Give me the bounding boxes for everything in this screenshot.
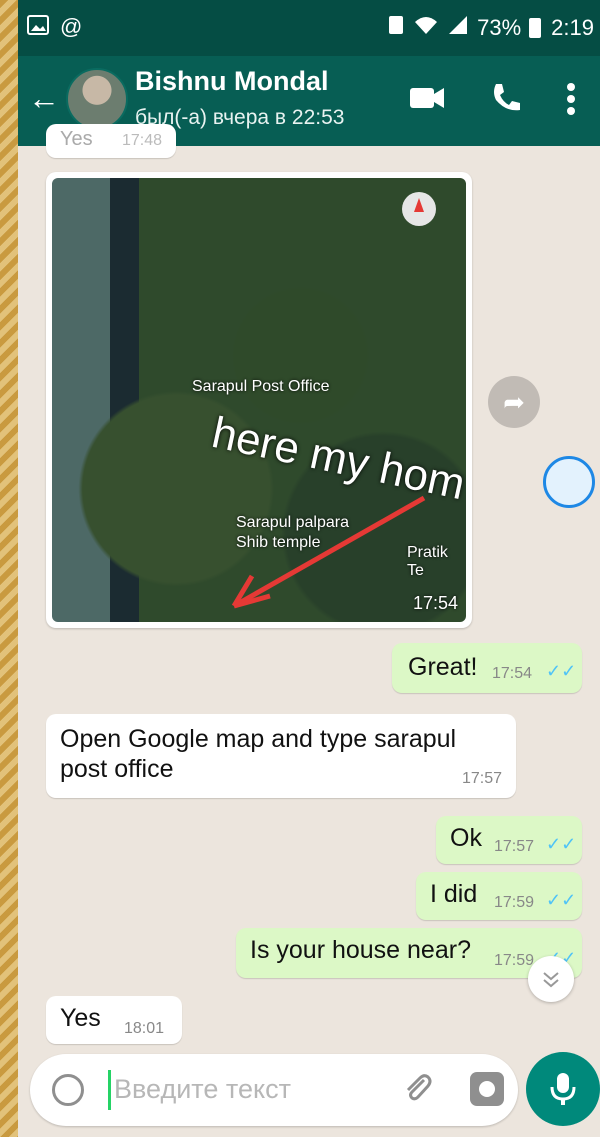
- photo-border: [0, 0, 18, 1137]
- map-label: Sarapul Post Office: [192, 378, 330, 395]
- back-arrow-icon[interactable]: ←: [28, 80, 60, 117]
- sim-icon: [387, 14, 405, 42]
- message-in[interactable]: Yes 18:01: [46, 996, 182, 1044]
- message-input[interactable]: Введите текст: [30, 1054, 518, 1126]
- read-ticks-icon: ✓✓: [546, 661, 577, 681]
- message-text: Ok: [450, 824, 482, 852]
- message-time: 17:48: [122, 132, 163, 149]
- wifi-icon: [413, 14, 439, 42]
- phone-icon[interactable]: [490, 82, 522, 119]
- attach-icon[interactable]: [402, 1072, 432, 1109]
- message-out[interactable]: Ok 17:57 ✓✓: [436, 816, 582, 864]
- clock: 2:19: [551, 15, 594, 40]
- gallery-icon: [26, 14, 50, 42]
- message-time: 18:01: [124, 1020, 165, 1037]
- message-time: 17:57: [462, 770, 503, 787]
- message-text: Yes: [60, 128, 93, 150]
- composer-bar: Введите текст: [18, 1046, 600, 1137]
- video-call-icon[interactable]: [410, 82, 446, 117]
- message-text: Great!: [408, 653, 478, 681]
- red-arrow-icon: [231, 495, 426, 609]
- signal-icon: [447, 14, 469, 42]
- battery-percent: 73%: [477, 15, 522, 40]
- text-caret: [108, 1070, 111, 1110]
- emoji-icon[interactable]: [52, 1074, 84, 1106]
- message-text: Is your house near?: [250, 936, 471, 964]
- message-text: I did: [430, 880, 478, 908]
- mic-icon[interactable]: [526, 1052, 600, 1126]
- message-out[interactable]: Great! 17:54 ✓✓: [392, 643, 582, 693]
- message-time: 17:57: [494, 838, 535, 855]
- message-text: Yes: [60, 1004, 101, 1032]
- at-icon: @: [60, 14, 83, 39]
- phone-screen: @ 73% 2:19 ← Bishnu Mondal был(-а) вчера…: [18, 0, 600, 1137]
- message-time: 17:54: [412, 593, 458, 613]
- battery-icon: [529, 18, 542, 38]
- scroll-down-icon[interactable]: [528, 956, 574, 1002]
- message-in[interactable]: Yes 17:48: [46, 124, 176, 158]
- map-screenshot[interactable]: Sarapul Post Office Sarapul palpara Shib…: [52, 178, 466, 622]
- status-bar: @ 73% 2:19: [18, 0, 600, 56]
- read-ticks-icon: ✓✓: [546, 834, 577, 854]
- compass-icon: [402, 192, 436, 226]
- input-placeholder[interactable]: Введите текст: [114, 1074, 291, 1105]
- more-vert-icon[interactable]: [566, 82, 576, 121]
- contact-name[interactable]: Bishnu Mondal: [135, 66, 328, 97]
- chat-area[interactable]: Yes 17:48 Sarapul Post Office Sarapul pa…: [18, 124, 600, 1046]
- image-message[interactable]: Sarapul Post Office Sarapul palpara Shib…: [46, 172, 472, 628]
- message-out[interactable]: I did 17:59 ✓✓: [416, 872, 582, 920]
- camera-icon[interactable]: [470, 1072, 504, 1106]
- message-time: 17:59: [494, 894, 535, 911]
- read-ticks-icon: ✓✓: [546, 890, 577, 910]
- message-time: 17:54: [492, 665, 533, 682]
- message-in[interactable]: Open Google map and type sarapul post of…: [46, 714, 516, 798]
- message-text: Open Google map and type sarapul post of…: [60, 725, 457, 783]
- message-time: 17:59: [494, 952, 535, 969]
- forward-icon[interactable]: ➦: [488, 376, 540, 428]
- avatar[interactable]: [66, 68, 128, 130]
- floating-chat-head[interactable]: [543, 456, 595, 508]
